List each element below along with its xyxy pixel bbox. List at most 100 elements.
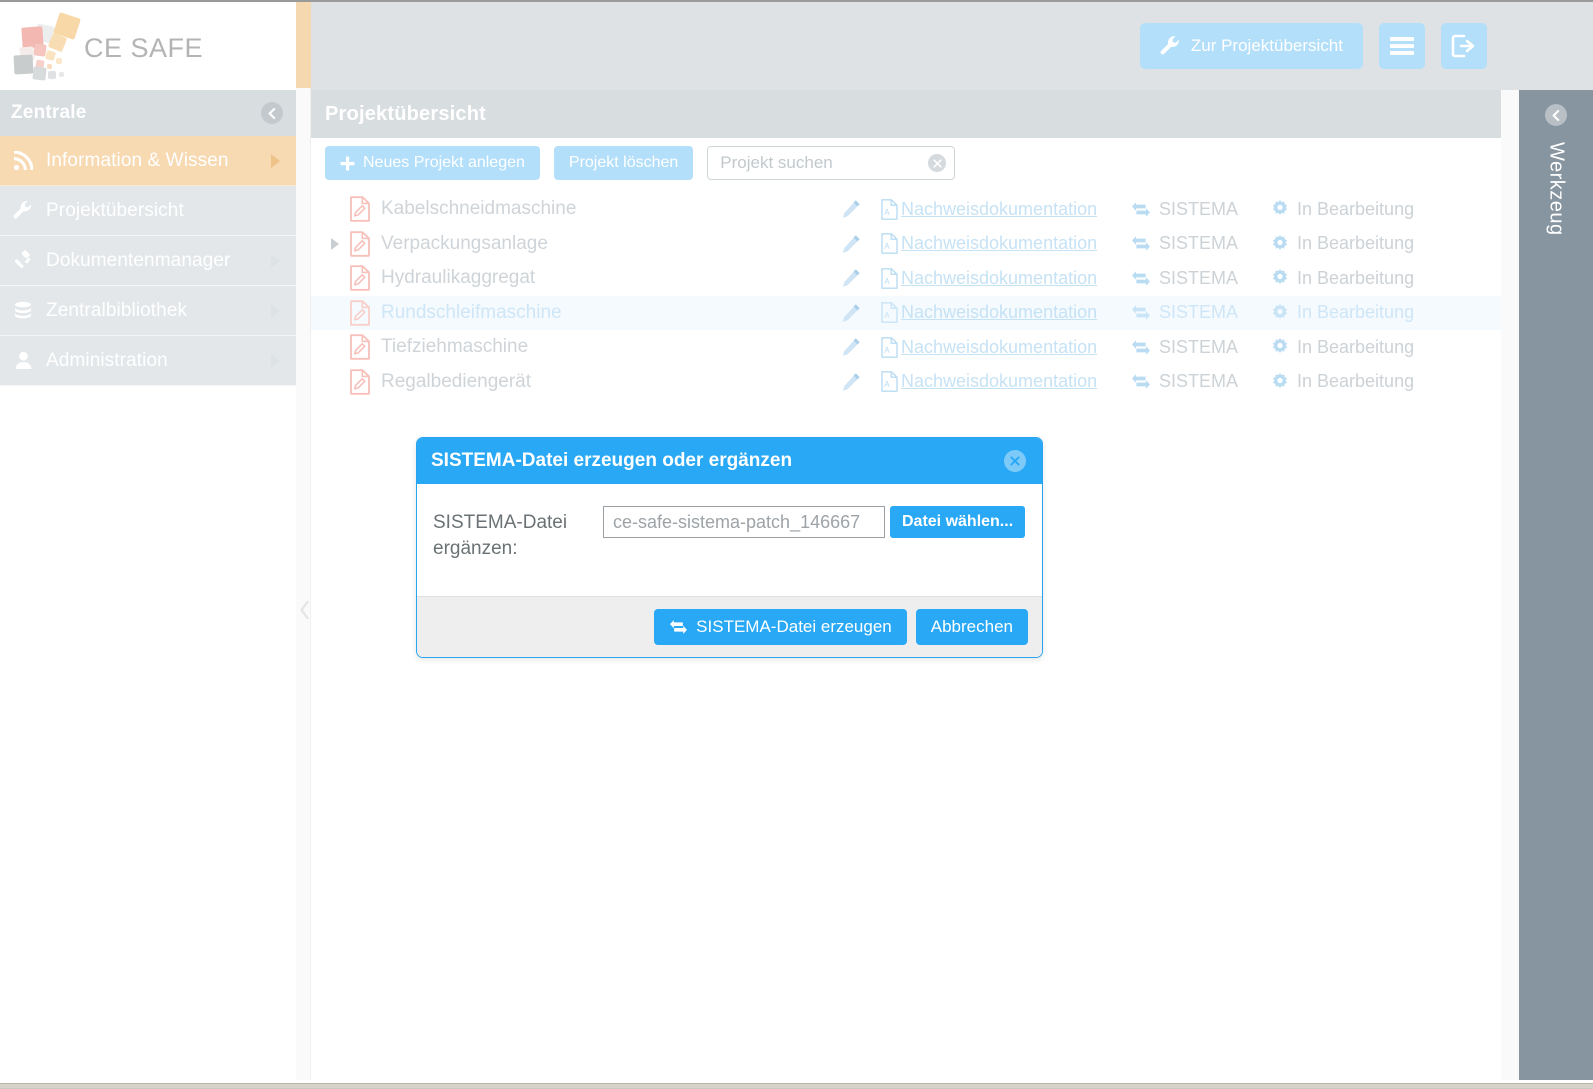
- sistema-label: SISTEMA: [1159, 302, 1239, 323]
- gear-icon: [1271, 372, 1289, 391]
- sistema-cell[interactable]: SISTEMA: [1131, 233, 1271, 254]
- edit-project-button[interactable]: [821, 268, 881, 288]
- create-sistema-file-button[interactable]: SISTEMA-Datei erzeugen: [654, 609, 907, 645]
- project-document-icon: [349, 334, 381, 360]
- sidebar-item-zentralbibliothek[interactable]: Zentralbibliothek: [0, 286, 296, 336]
- ce-safe-logo-icon: [12, 11, 90, 83]
- hamburger-menu-icon: [1390, 34, 1414, 58]
- choose-file-button[interactable]: Datei wählen...: [890, 506, 1026, 538]
- sistema-label: SISTEMA: [1159, 233, 1239, 254]
- project-toolbar: Neues Projekt anlegen Projekt löschen: [325, 146, 956, 180]
- status-cell[interactable]: In Bearbeitung: [1271, 302, 1414, 323]
- tool-panel-label: Werkzeug: [1545, 142, 1568, 236]
- chevron-left-circle-icon[interactable]: [1545, 104, 1567, 126]
- sistema-exchange-icon: [1131, 304, 1151, 321]
- edit-project-button[interactable]: [821, 303, 881, 323]
- create-sistema-file-label: SISTEMA-Datei erzeugen: [696, 617, 892, 636]
- database-icon: [0, 301, 46, 321]
- sidebar-item-label: Dokumentenmanager: [46, 249, 231, 271]
- table-row[interactable]: Hydraulikaggregat A Nachweisdokumentatio…: [311, 261, 1501, 296]
- sistema-exchange-icon: [1131, 270, 1151, 287]
- project-document-icon: [349, 300, 381, 326]
- document-link-cell[interactable]: A Nachweisdokumentation: [881, 233, 1131, 255]
- project-document-icon: [349, 265, 381, 291]
- table-row[interactable]: Verpackungsanlage A Nachweisdokumentatio…: [311, 227, 1501, 262]
- pdf-file-icon: A: [881, 267, 898, 289]
- cancel-button[interactable]: Abbrechen: [915, 609, 1028, 645]
- goto-project-overview-label: Zur Projektübersicht: [1190, 36, 1343, 55]
- wrench-icon: [1160, 35, 1182, 57]
- status-label: In Bearbeitung: [1297, 233, 1415, 254]
- status-cell[interactable]: In Bearbeitung: [1271, 371, 1414, 392]
- status-cell[interactable]: In Bearbeitung: [1271, 199, 1414, 220]
- sistema-cell[interactable]: SISTEMA: [1131, 199, 1271, 220]
- sistema-exchange-icon: [669, 619, 688, 635]
- close-circle-icon[interactable]: [1004, 450, 1026, 472]
- hamburger-menu-button[interactable]: [1379, 23, 1425, 69]
- tool-panel: Werkzeug: [1519, 90, 1593, 1089]
- pdf-file-icon: A: [881, 198, 898, 220]
- sidebar-item-projektuebersicht[interactable]: Projektübersicht: [0, 186, 296, 236]
- clear-circle-icon[interactable]: [928, 154, 947, 172]
- user-icon: [0, 351, 46, 370]
- svg-text:A: A: [884, 311, 890, 320]
- project-search: [707, 146, 956, 180]
- sistema-label: SISTEMA: [1159, 336, 1239, 357]
- sistema-exchange-icon: [1131, 201, 1151, 218]
- status-cell[interactable]: In Bearbeitung: [1271, 268, 1414, 289]
- delete-project-label: Projekt löschen: [568, 154, 679, 171]
- sistema-cell[interactable]: SISTEMA: [1131, 337, 1271, 358]
- sidebar-item-label: Zentralbibliothek: [46, 299, 188, 321]
- page-title: Projektübersicht: [325, 102, 487, 125]
- sistema-exchange-icon: [1131, 373, 1151, 390]
- row-expand-toggle[interactable]: [321, 237, 349, 250]
- sidebar-item-dokumentenmanager[interactable]: Dokumentenmanager: [0, 236, 296, 286]
- triangle-right-icon: [271, 353, 280, 368]
- edit-project-button[interactable]: [821, 234, 881, 254]
- svg-text:A: A: [884, 208, 890, 217]
- table-row[interactable]: Kabelschneidmaschine A Nachweisdokumenta…: [311, 192, 1501, 227]
- table-row[interactable]: Tiefziehmaschine A Nachweisdokumentation…: [311, 330, 1501, 365]
- project-list: Kabelschneidmaschine A Nachweisdokumenta…: [311, 192, 1501, 399]
- project-document-icon: [349, 369, 381, 395]
- sidebar-item-administration[interactable]: Administration: [0, 336, 296, 386]
- edit-project-button[interactable]: [821, 337, 881, 357]
- document-link-cell[interactable]: A Nachweisdokumentation: [881, 337, 1131, 358]
- goto-project-overview-button[interactable]: Zur Projektübersicht: [1139, 23, 1363, 69]
- document-link-cell[interactable]: A Nachweisdokumentation: [881, 371, 1131, 393]
- edit-project-button[interactable]: [821, 372, 881, 392]
- sistema-file-name-input[interactable]: [603, 506, 885, 538]
- sistema-cell[interactable]: SISTEMA: [1131, 302, 1271, 323]
- sistema-cell[interactable]: SISTEMA: [1131, 268, 1271, 289]
- project-name: Hydraulikaggregat: [381, 267, 536, 289]
- project-document-icon: [349, 196, 381, 222]
- status-cell[interactable]: In Bearbeitung: [1271, 233, 1414, 254]
- project-search-input[interactable]: [707, 146, 956, 180]
- document-link-cell[interactable]: A Nachweisdokumentation: [881, 302, 1131, 324]
- edit-project-button[interactable]: [821, 199, 881, 219]
- logout-icon: [1451, 34, 1477, 58]
- brand-logo-area[interactable]: CE SAFE: [0, 2, 296, 90]
- project-name: Kabelschneidmaschine: [381, 198, 577, 220]
- sidebar-item-information-wissen[interactable]: Information & Wissen: [0, 136, 296, 186]
- new-project-button[interactable]: Neues Projekt anlegen: [325, 146, 540, 180]
- gear-icon: [1271, 303, 1289, 322]
- svg-text:A: A: [884, 242, 890, 251]
- chevron-left-circle-icon[interactable]: [261, 102, 283, 124]
- brand-name: CE SAFE: [84, 32, 204, 63]
- table-row[interactable]: Rundschleifmaschine A Nachweisdokumentat…: [311, 295, 1501, 330]
- modal-body: SISTEMA-Datei ergänzen: Datei wählen...: [417, 484, 1042, 596]
- plus-icon: [340, 156, 355, 171]
- status-label: In Bearbeitung: [1297, 267, 1415, 288]
- document-link-cell[interactable]: A Nachweisdokumentation: [881, 268, 1131, 289]
- sidebar-collapse-handle[interactable]: [298, 560, 310, 660]
- delete-project-button[interactable]: Projekt löschen: [553, 146, 694, 180]
- document-link-cell[interactable]: A Nachweisdokumentation: [881, 199, 1131, 220]
- status-label: In Bearbeitung: [1297, 198, 1415, 219]
- status-cell[interactable]: In Bearbeitung: [1271, 337, 1414, 358]
- logout-button[interactable]: [1441, 23, 1487, 69]
- sidebar-header-title: Zentrale: [11, 102, 87, 123]
- project-name: Rundschleifmaschine: [381, 301, 562, 323]
- table-row[interactable]: Regalbediengerät A Nachweisdokumentation…: [311, 365, 1501, 400]
- sistema-cell[interactable]: SISTEMA: [1131, 371, 1271, 392]
